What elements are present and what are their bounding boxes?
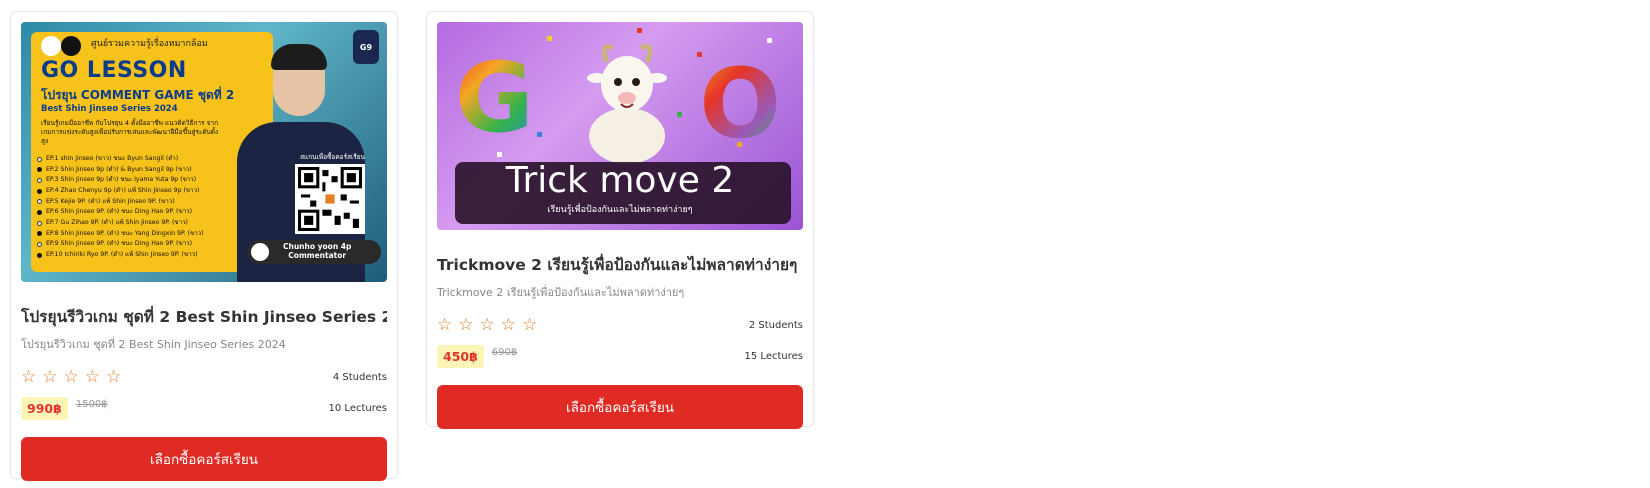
episode-item: EP.4 Zhao Chenyu 9p (ดำ) แพ้ Shin Jinseo… [37, 186, 204, 197]
episode-item: EP.1 shin jinseo (ขาว) ชนะ Byun Sangil (… [37, 154, 204, 165]
episode-item: EP.2 Shin Jinseo 9p (ดำ) & Byun Sangil 9… [37, 165, 204, 176]
episode-item: EP.8 Shin Jinseo 9P. (ดำ) ชนะ Yang Dingx… [37, 229, 204, 240]
thumbnail-header: ศูนย์รวมความรู้เรื่องหมากล้อม [91, 39, 208, 49]
star-outline-icon: ☆ [458, 314, 474, 335]
lectures-count: 15 Lectures [744, 350, 803, 362]
g9-badge: G9 [353, 30, 379, 64]
price-row: 450฿ 690฿ 15 Lectures [437, 343, 803, 369]
original-price: 690฿ [491, 346, 518, 358]
black-stone-icon [37, 167, 42, 173]
white-stone-icon [37, 220, 42, 226]
rating-row: ☆ ☆ ☆ ☆ ☆ 4 Students [21, 367, 387, 387]
star-outline-icon: ☆ [522, 314, 538, 335]
star-outline-icon: ☆ [63, 366, 79, 387]
episode-item: EP.6 Shin Jinseo 9P. (ดำ) ชนะ Ding Hao 9… [37, 207, 204, 218]
thumbnail-description: เรียนรู้เกมมืออาชีพ กับโปรยุน 4 ดั้งมืออ… [41, 119, 219, 145]
presenter-hair [271, 44, 327, 70]
star-outline-icon: ☆ [500, 314, 516, 335]
black-stone-icon [37, 252, 42, 258]
course-card[interactable]: G O Trick move 2 เรียนรู้เพื่อป้องกันและ… [426, 11, 814, 429]
lectures-count: 10 Lectures [328, 402, 387, 414]
students-count: 2 Students [748, 319, 803, 331]
thumbnail-heading: GO LESSON [41, 58, 187, 83]
qr-code-icon [295, 164, 365, 234]
star-outline-icon: ☆ [84, 366, 100, 387]
black-stone-icon [37, 210, 42, 216]
episode-list: EP.1 shin jinseo (ขาว) ชนะ Byun Sangil (… [37, 154, 204, 261]
price-group: 450฿ 690฿ [437, 344, 518, 368]
white-stone-icon [37, 156, 42, 162]
course-thumbnail[interactable]: G O Trick move 2 เรียนรู้เพื่อป้องกันและ… [437, 22, 803, 230]
course-thumbnail[interactable]: ศูนย์รวมความรู้เรื่องหมากล้อม GO LESSON … [21, 22, 387, 282]
letter-o-decoration: O [699, 48, 781, 160]
white-stone-icon [37, 199, 42, 205]
black-stone-icon [61, 36, 81, 56]
commentator-tag: Chunho yoon 4p Commentator [247, 240, 381, 264]
price-group: 990฿ 1500฿ [21, 396, 108, 420]
goat-mascot-icon [577, 36, 677, 166]
episode-item: EP.3 Shin Jinseo 9p (ดำ) ชนะ Iyama Yuta … [37, 175, 204, 186]
star-outline-icon: ☆ [479, 314, 495, 335]
commentator-role: Commentator [288, 251, 347, 260]
episode-item: EP.10 Ichiriki Ryo 9P. (ดำ) แพ้ Shin Jin… [37, 250, 204, 261]
white-stone-icon [37, 242, 42, 248]
confetti-decoration [677, 112, 682, 117]
course-title[interactable]: Trickmove 2 เรียนรู้เพื่อป้องกันและไม่พล… [437, 252, 803, 277]
thumbnail-series: Best Shin Jinseo Series 2024 [41, 104, 178, 114]
buy-course-button[interactable]: เลือกซื้อคอร์สเรียน [21, 437, 387, 481]
current-price: 990฿ [21, 396, 68, 420]
confetti-decoration [547, 36, 552, 41]
star-outline-icon: ☆ [437, 314, 453, 335]
thumbnail-heading: Trick move 2 [505, 160, 735, 201]
buy-course-button[interactable]: เลือกซื้อคอร์สเรียน [437, 385, 803, 429]
current-price: 450฿ [437, 344, 484, 368]
qr-label: สแกนเพื่อซื้อคอร์สเรียน [300, 153, 365, 161]
white-stone-icon [41, 36, 61, 56]
episode-item: EP.9 Shin Jinseo 9P. (ดำ) ชนะ Ding Hao 9… [37, 239, 204, 250]
star-rating: ☆ ☆ ☆ ☆ ☆ [437, 314, 538, 335]
commentator-dot [251, 243, 269, 261]
course-subtitle: Trickmove 2 เรียนรู้เพื่อป้องกันและไม่พล… [437, 286, 685, 299]
star-outline-icon: ☆ [42, 366, 58, 387]
star-outline-icon: ☆ [21, 366, 37, 387]
star-outline-icon: ☆ [106, 366, 122, 387]
course-title[interactable]: โปรยุนรีวิวเกม ชุดที่ 2 Best Shin Jinseo… [21, 304, 387, 329]
star-rating: ☆ ☆ ☆ ☆ ☆ [21, 366, 122, 387]
confetti-decoration [637, 28, 642, 33]
confetti-decoration [767, 38, 772, 43]
black-stone-icon [37, 188, 42, 194]
course-subtitle: โปรยุนรีวิวเกม ชุดที่ 2 Best Shin Jinseo… [21, 338, 286, 351]
rating-row: ☆ ☆ ☆ ☆ ☆ 2 Students [437, 315, 803, 335]
thumbnail-subheading: โปรยุน COMMENT GAME ชุดที่ 2 [41, 88, 235, 102]
black-stone-icon [37, 231, 42, 237]
episode-item: EP.5 Kejie 9P. (ดำ) แพ้ Shin Jinseo 9P. … [37, 197, 204, 208]
letter-g-decoration: G [455, 42, 534, 154]
price-row: 990฿ 1500฿ 10 Lectures [21, 395, 387, 421]
confetti-decoration [537, 132, 542, 137]
commentator-text: Chunho yoon 4p Commentator [283, 243, 351, 260]
white-stone-icon [37, 178, 42, 184]
course-card[interactable]: ศูนย์รวมความรู้เรื่องหมากล้อม GO LESSON … [10, 11, 398, 481]
thumbnail-caption: เรียนรู้เพื่อป้องกันและไม่พลาดท่าง่ายๆ [547, 205, 693, 215]
students-count: 4 Students [332, 371, 387, 383]
original-price: 1500฿ [75, 398, 108, 410]
episode-item: EP.7 Gu Zihao 9P. (ดำ) แพ้ Shin Jinseo 9… [37, 218, 204, 229]
